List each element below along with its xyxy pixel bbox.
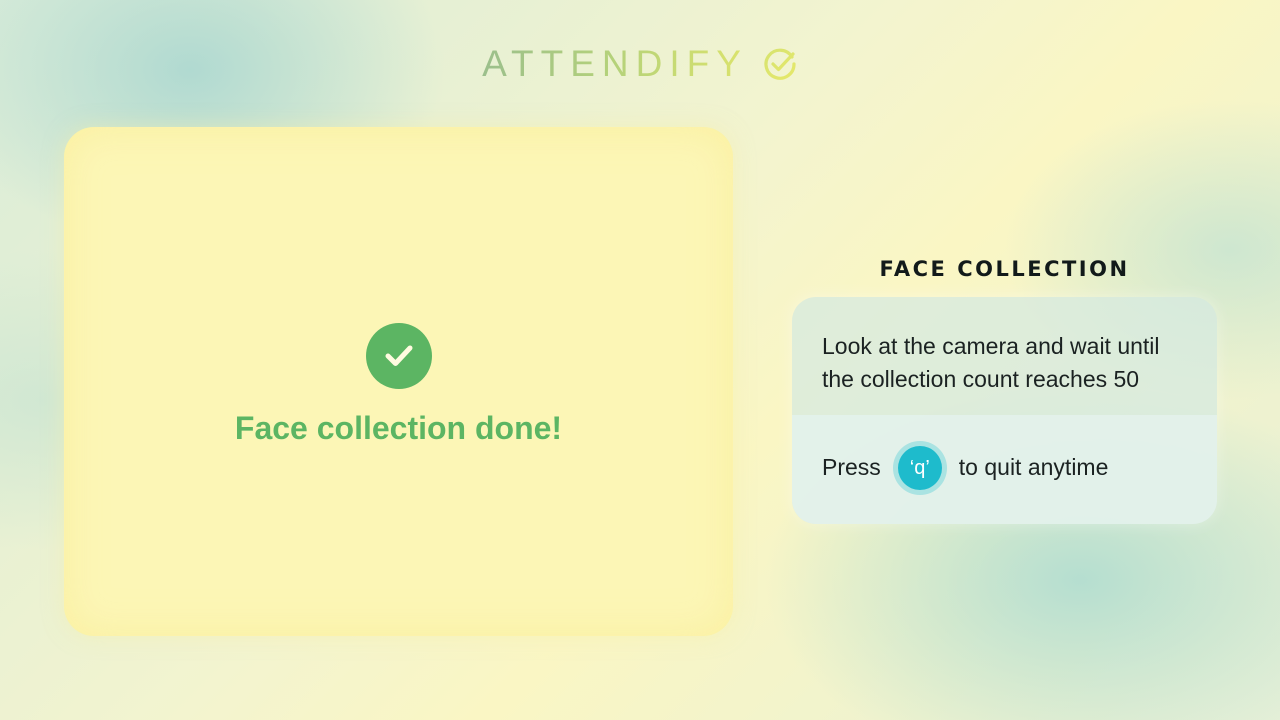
quit-key-label: ‘q’ xyxy=(897,445,942,490)
collection-status: Face collection done! xyxy=(64,323,733,447)
checkmark-icon xyxy=(385,345,412,366)
instruction-message: Look at the camera and wait until the co… xyxy=(822,333,1160,392)
status-message: Face collection done! xyxy=(234,410,563,446)
quit-hint-prefix: Press xyxy=(822,454,881,480)
success-badge xyxy=(365,323,432,389)
quit-hint-suffix: to quit anytime xyxy=(958,454,1109,480)
check-circle-icon xyxy=(764,48,796,80)
brand-name: ATTENDIFY xyxy=(482,43,748,84)
section-title: FACE COLLECTION xyxy=(879,257,1130,282)
camera-preview-panel: Face collection done! xyxy=(64,127,733,636)
quit-hint: Press ‘q’ to quit anytime xyxy=(792,415,1217,524)
instructions-card: Look at the camera and wait until the co… xyxy=(792,297,1217,524)
quit-key-badge: ‘q’ xyxy=(892,440,947,495)
app-header: ATTENDIFY xyxy=(0,44,1280,84)
